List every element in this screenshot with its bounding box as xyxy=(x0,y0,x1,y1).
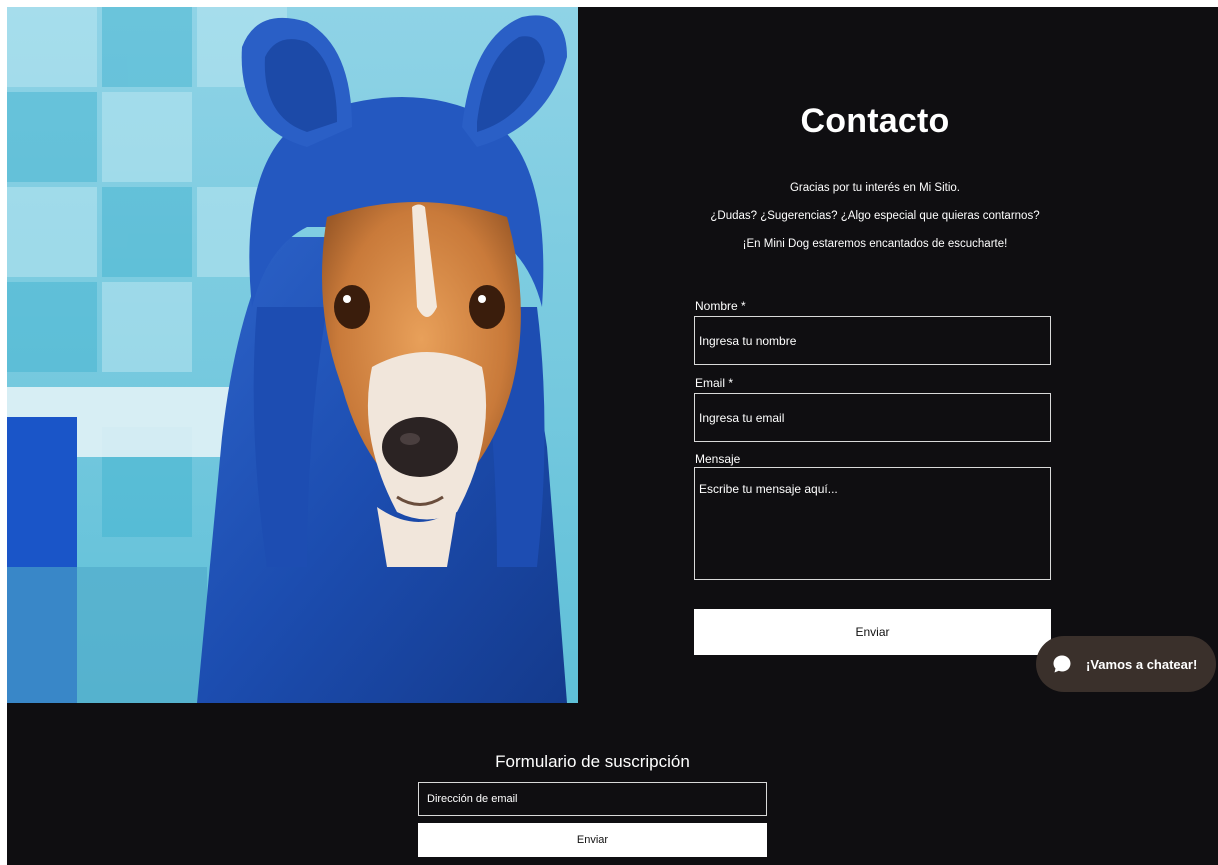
name-label: Nombre * xyxy=(695,299,746,313)
intro-line-3: ¡En Mini Dog estaremos encantados de esc… xyxy=(742,238,1008,250)
intro-line-1: Gracias por tu interés en Mi Sitio. xyxy=(789,182,960,194)
contact-submit-button[interactable]: Enviar xyxy=(694,609,1051,655)
email-label: Email * xyxy=(695,376,734,390)
name-input[interactable] xyxy=(694,316,1051,365)
subscription-email-input[interactable] xyxy=(418,782,767,816)
message-textarea[interactable] xyxy=(694,467,1051,580)
chat-bubble-icon xyxy=(1053,655,1071,673)
contact-page: Contacto Gracias por tu interés en Mi Si… xyxy=(0,0,1218,865)
chat-button[interactable]: ¡Vamos a chatear! xyxy=(1036,636,1216,692)
subscription-submit-button[interactable]: Enviar xyxy=(418,823,767,857)
email-input[interactable] xyxy=(694,393,1051,442)
message-label: Mensaje xyxy=(695,452,741,466)
intro-line-2: ¿Dudas? ¿Sugerencias? ¿Algo especial que… xyxy=(710,210,1040,222)
dog-in-towel-photo xyxy=(7,7,578,703)
chat-label: ¡Vamos a chatear! xyxy=(1086,656,1198,672)
subscription-title: Formulario de suscripción xyxy=(495,752,690,771)
contact-title: Contacto xyxy=(800,102,950,140)
